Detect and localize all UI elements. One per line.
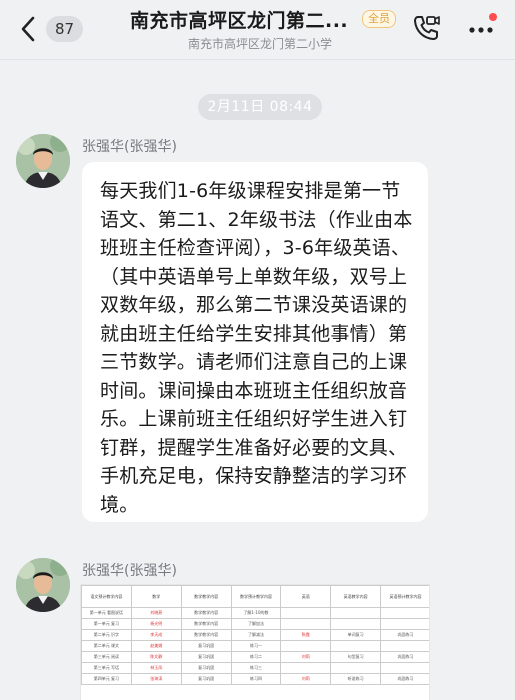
table-cell: 张海涛 (130, 673, 182, 685)
table-cell: 复习巩固 (180, 640, 232, 652)
table-row: 第三单元 阅读 陈文静 复习巩固 练习二 刘莉 句型复习 巩固练习 (81, 651, 429, 663)
table-cell: 复习巩固 (180, 673, 232, 685)
table-cell: 陈霞 (280, 629, 332, 641)
table-cell (330, 618, 382, 630)
table-cell: 第一单元 复习 (81, 618, 132, 630)
table-cell: 巩固练习 (380, 673, 429, 685)
table-cell (380, 618, 429, 630)
person-photo-icon (16, 558, 70, 612)
table-cell: 了解减法 (230, 629, 282, 641)
table-cell: 林玉凤 (130, 662, 182, 674)
table-cell (330, 662, 382, 674)
table-header-cell: 数学 (130, 585, 182, 608)
table-cell: 李天成 (130, 629, 182, 641)
back-button[interactable]: 87 (20, 12, 90, 46)
table-cell: 陈文静 (130, 651, 182, 663)
table-cell (380, 607, 429, 619)
more-button[interactable] (465, 13, 497, 43)
table-header-row: 语文预计教学内容 数学 数学教学内容 数学预计教学内容 英语 英语教学内容 英语… (81, 585, 429, 608)
table-cell (280, 618, 332, 630)
table-row: 第一单元 复习 杨光明 数学教学内容 了解加法 (81, 618, 429, 630)
table-cell: 刘莉 (280, 651, 332, 663)
call-button[interactable] (411, 13, 441, 43)
table-cell: 数学教学内容 (180, 607, 232, 619)
table-cell: 第三单元 写话 (81, 662, 132, 674)
table-cell (380, 662, 429, 674)
table-cell: 练习二 (230, 651, 282, 663)
chat-title[interactable]: 南充市高坪区龙门第二... (130, 6, 348, 33)
table-cell: 第二单元 课文 (81, 640, 132, 652)
table-header-cell: 英语教学内容 (330, 585, 382, 608)
table-cell: 单词复习 (330, 629, 382, 641)
schedule-table-image: 语文预计教学内容 数学 数学教学内容 数学预计教学内容 英语 英语教学内容 英语… (81, 585, 429, 685)
table-cell: 了解加法 (230, 618, 282, 630)
table-cell: 第二单元 识字 (81, 629, 132, 641)
message-text: 每天我们1-6年级课程安排是第一节语文、第二1、2年级书法（作业由本班班主任检查… (100, 180, 413, 516)
unread-count-badge: 87 (46, 16, 84, 42)
table-cell: 赵美娜 (130, 640, 182, 652)
table-row: 第四单元 复习 张海涛 复习巩固 练习四 刘莉 听说练习 巩固练习 (81, 673, 429, 685)
table-cell: 数学教学内容 (180, 629, 232, 641)
table-cell (280, 640, 332, 652)
member-tag: 全员 (362, 10, 396, 28)
table-header-cell: 语文预计教学内容 (81, 585, 132, 608)
chevron-left-icon (21, 16, 35, 42)
sender-name: 张强华(张强华) (82, 563, 177, 579)
table-cell (380, 640, 429, 652)
table-cell: 练习四 (230, 673, 282, 685)
table-cell: 了解1-10的数 (230, 607, 282, 619)
notification-dot (489, 13, 497, 21)
table-cell (280, 662, 332, 674)
table-cell: 练习一 (230, 640, 282, 652)
table-row: 第二单元 识字 李天成 数学教学内容 了解减法 陈霞 单词复习 巩固练习 (81, 629, 429, 641)
chat-subtitle: 南充市高坪区龙门第二小学 (188, 37, 333, 51)
table-header-cell: 数学教学内容 (180, 585, 232, 608)
table-cell: 第三单元 阅读 (81, 651, 132, 663)
image-message[interactable]: 语文预计教学内容 数学 数学教学内容 数学预计教学内容 英语 英语教学内容 英语… (80, 584, 430, 700)
sender-avatar[interactable] (16, 134, 70, 188)
message-timestamp: 2月11日 08:44 (198, 94, 322, 120)
table-cell: 句型复习 (330, 651, 382, 663)
table-header-cell: 数学预计教学内容 (230, 585, 282, 608)
table-cell: 数学教学内容 (180, 618, 232, 630)
table-cell: 第四单元 复习 (81, 673, 132, 685)
table-cell: 巩固练习 (380, 629, 429, 641)
table-header-cell: 英语 (280, 585, 332, 608)
table-cell: 第一单元 看图说话 (81, 607, 132, 619)
table-cell: 复习巩固 (180, 651, 232, 663)
header-divider (0, 59, 515, 60)
table-cell: 刘莉 (280, 673, 332, 685)
table-cell (280, 607, 332, 619)
table-header-cell: 英语预计教学内容 (380, 585, 429, 608)
table-cell: 复习巩固 (180, 662, 232, 674)
sender-name: 张强华(张强华) (82, 139, 177, 155)
table-cell (330, 640, 382, 652)
table-cell (330, 607, 382, 619)
person-photo-icon (16, 134, 70, 188)
table-cell: 刘晓燕 (130, 607, 182, 619)
table-row: 第二单元 课文 赵美娜 复习巩固 练习一 (81, 640, 429, 652)
message-bubble[interactable]: 每天我们1-6年级课程安排是第一节语文、第二1、2年级书法（作业由本班班主任检查… (82, 162, 428, 522)
table-cell: 听说练习 (330, 673, 382, 685)
phone-video-icon (414, 16, 440, 40)
chat-header: 87 南充市高坪区龙门第二... 全员 南充市高坪区龙门第二小学 (0, 0, 515, 60)
table-row: 第一单元 看图说话 刘晓燕 数学教学内容 了解1-10的数 (81, 607, 429, 619)
table-cell: 练习三 (230, 662, 282, 674)
table-cell: 杨光明 (130, 618, 182, 630)
table-cell: 巩固练习 (380, 651, 429, 663)
sender-avatar[interactable] (16, 558, 70, 612)
table-row: 第三单元 写话 林玉凤 复习巩固 练习三 (81, 662, 429, 674)
